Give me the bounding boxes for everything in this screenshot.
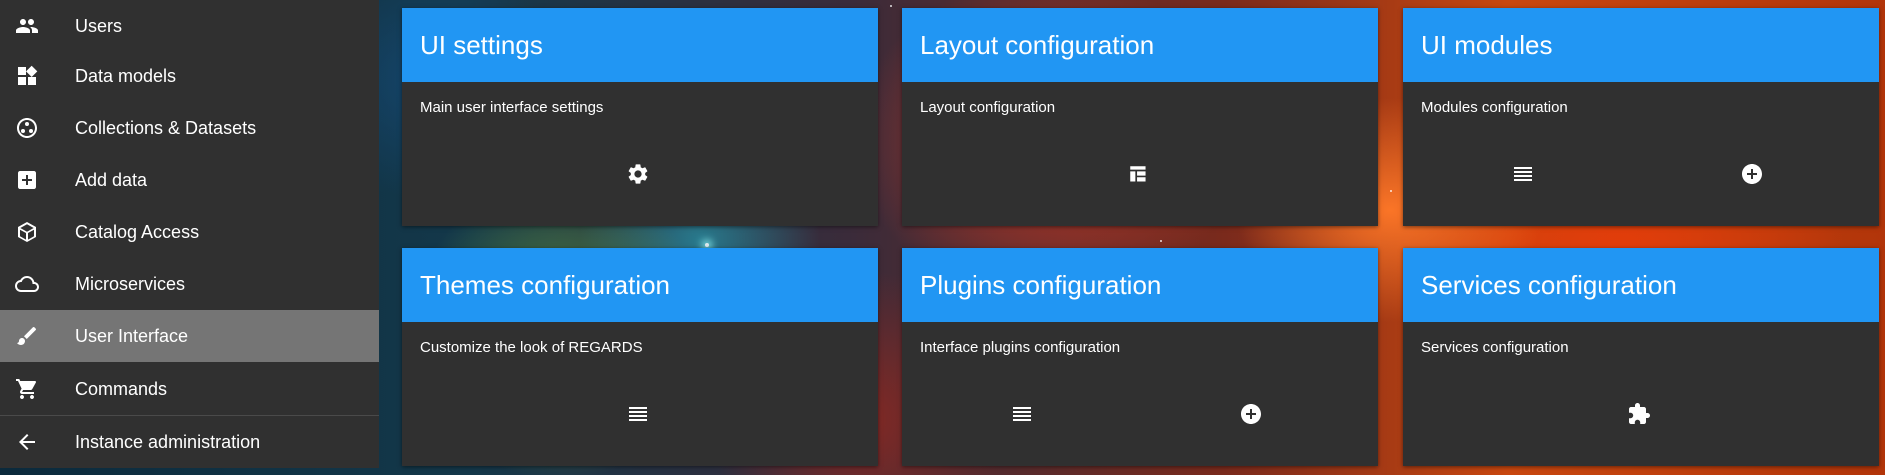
card-plugins-configuration: Plugins configuration Interface plugins … [902,248,1378,466]
card-ui-modules: UI modules Modules configuration [1403,8,1879,226]
card-title: Themes configuration [420,270,671,300]
card-subtitle: Interface plugins configuration [920,339,1121,356]
card-title: UI settings [420,30,543,60]
brush-icon [14,323,40,349]
card-themes-configuration: Themes configuration Customize the look … [402,248,878,466]
arrow-back-icon [14,429,40,455]
card-subtitle: Services configuration [1421,339,1569,356]
card-ui-settings: UI settings Main user interface settings [402,8,878,226]
cloud-icon [14,271,40,297]
sidebar-item-microservices[interactable]: Microservices [0,258,379,310]
card-title: Plugins configuration [920,270,1162,300]
card-layout-configuration: Layout configuration Layout configuratio… [902,8,1378,226]
sidebar-item-label: User Interface [75,325,189,346]
card-title: Layout configuration [920,30,1155,60]
sidebar-item-instance-administration[interactable]: Instance administration [0,416,379,468]
layout-icon[interactable] [1124,160,1152,188]
gear-icon[interactable] [624,160,652,188]
users-icon [14,13,40,39]
sidebar-item-label: Collections & Datasets [75,117,257,138]
card-subtitle: Layout configuration [920,99,1056,116]
add-circle-icon[interactable] [1738,160,1766,188]
sidebar-item-label: Commands [75,378,168,399]
dashboard-icon [14,63,40,89]
add-box-icon [14,167,40,193]
collections-icon [14,115,40,141]
add-circle-icon[interactable] [1237,400,1265,428]
sidebar-item-add-data[interactable]: Add data [0,154,379,206]
card-title: UI modules [1421,30,1553,60]
card-title: Services configuration [1421,270,1677,300]
card-services-configuration: Services configuration Services configur… [1403,248,1879,466]
card-subtitle: Modules configuration [1421,99,1568,116]
card-subtitle: Main user interface settings [420,99,604,116]
list-icon[interactable] [1008,400,1036,428]
sidebar-item-label: Data models [75,65,177,86]
sidebar-item-label: Add data [75,169,148,190]
sidebar-item-label: Catalog Access [75,221,200,242]
sidebar-item-catalog-access[interactable]: Catalog Access [0,206,379,258]
cart-icon [14,376,40,402]
card-subtitle: Customize the look of REGARDS [420,339,643,356]
sidebar-item-commands[interactable]: Commands [0,363,379,415]
sidebar-item-collections[interactable]: Collections & Datasets [0,102,379,154]
sidebar-item-label: Users [75,15,123,36]
list-icon[interactable] [624,400,652,428]
catalog-icon [14,219,40,245]
sidebar-item-label: Microservices [75,273,186,294]
extension-icon[interactable] [1625,400,1653,428]
sidebar-item-data-models[interactable]: Data models [0,50,379,102]
sidebar: Users Data models Collections & Datasets… [0,0,379,468]
sidebar-item-users[interactable]: Users [0,0,379,52]
sidebar-item-user-interface[interactable]: User Interface [0,310,379,362]
list-icon[interactable] [1509,160,1537,188]
sidebar-item-label: Instance administration [75,431,261,452]
